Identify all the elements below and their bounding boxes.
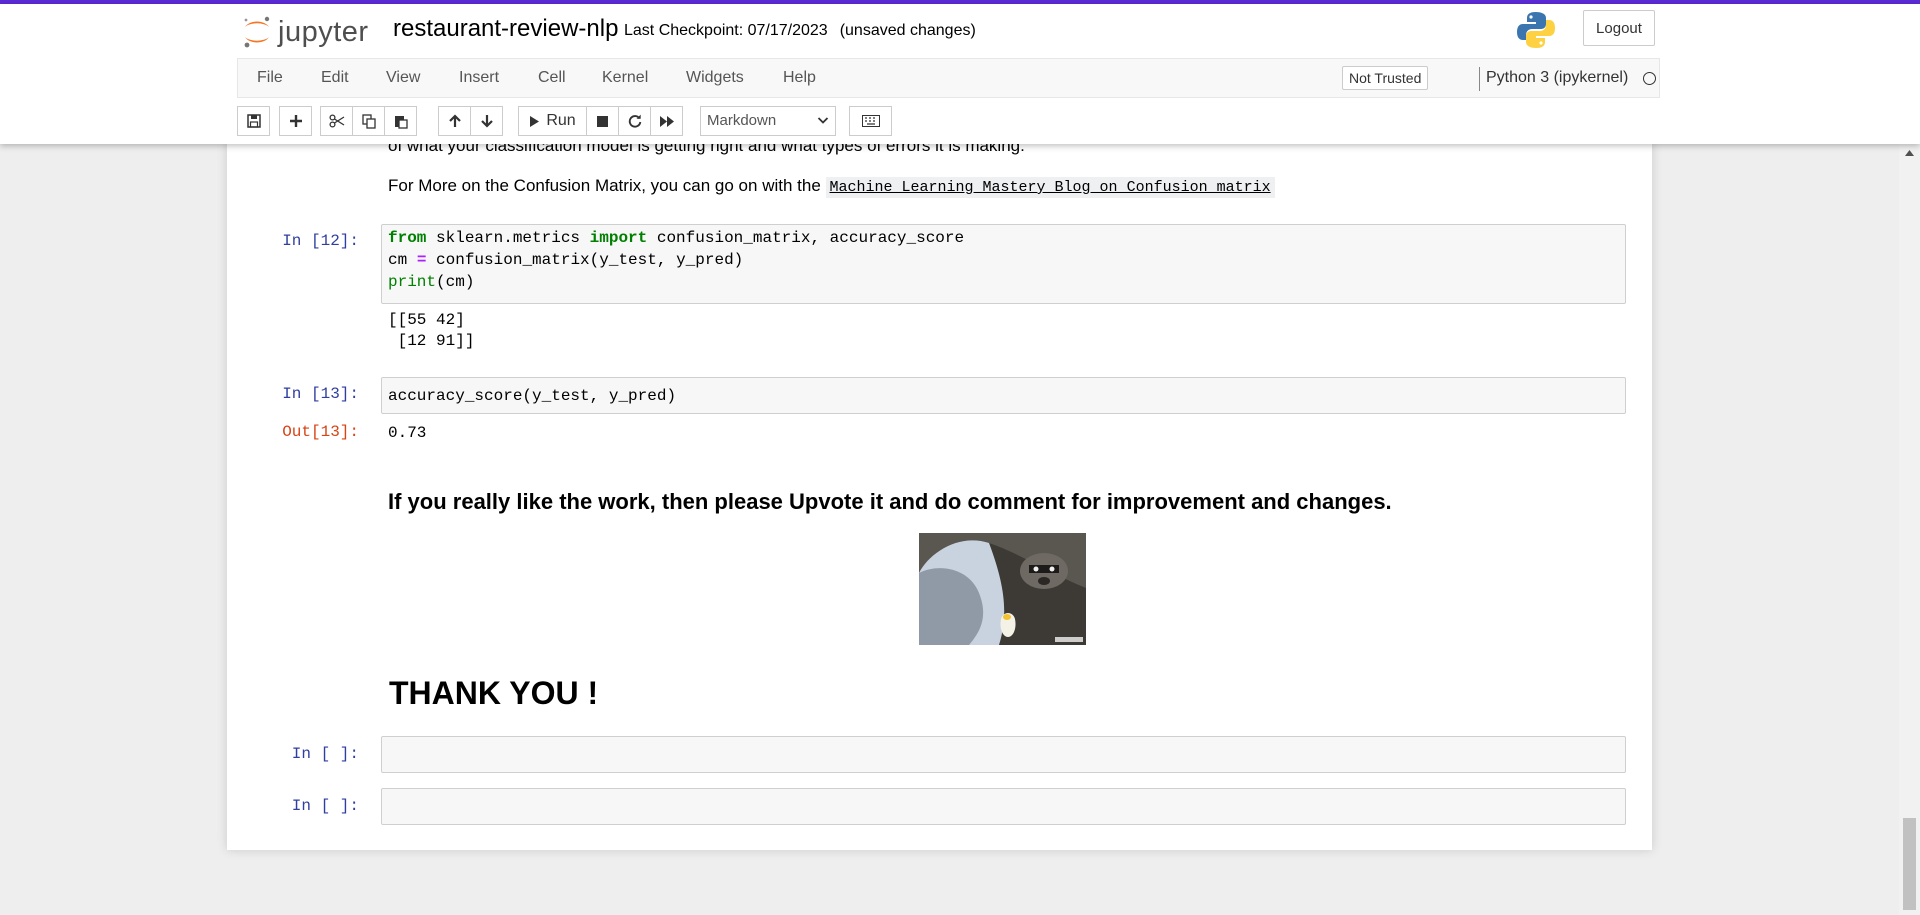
menu-help[interactable]: Help	[783, 59, 816, 97]
empty-cell-prompt: In [ ]:	[291, 745, 359, 763]
menu-file[interactable]: File	[257, 59, 283, 97]
save-button[interactable]	[237, 106, 270, 136]
empty-cell-prompt: In [ ]:	[291, 797, 359, 815]
code-line: print(cm)	[388, 273, 475, 291]
chevron-down-icon	[817, 107, 829, 145]
paste-icon	[394, 115, 408, 129]
jupyter-logo[interactable]: jupyter	[242, 12, 369, 52]
kernel-separator	[1479, 67, 1480, 91]
menu-insert[interactable]: Insert	[459, 59, 499, 97]
code-line: accuracy_score(y_test, y_pred)	[388, 387, 677, 405]
scroll-up-arrow-icon[interactable]	[1899, 144, 1920, 161]
empty-cell-input[interactable]	[381, 736, 1626, 773]
cell-12-prompt: In [12]:	[282, 232, 359, 250]
copy-button[interactable]	[352, 106, 385, 136]
command-palette-button[interactable]	[849, 106, 892, 136]
not-trusted-indicator[interactable]: Not Trusted	[1342, 66, 1429, 90]
save-status: (unsaved changes)	[839, 22, 976, 39]
cell-13-output: 0.73	[388, 424, 427, 442]
notebook-name[interactable]: restaurant-review-nlp	[393, 15, 618, 43]
raccoon-gif-image	[919, 533, 1086, 645]
menu-view[interactable]: View	[386, 59, 420, 97]
link-prefix-text: For More on the Confusion Matrix, you ca…	[388, 176, 821, 195]
code-line: cm = confusion_matrix(y_test, y_pred)	[388, 251, 744, 269]
kernel-idle-icon	[1643, 72, 1656, 85]
checkpoint-text: Last Checkpoint: 07/17/2023	[624, 22, 828, 39]
menu-edit[interactable]: Edit	[321, 59, 349, 97]
arrow-up-icon	[448, 114, 461, 127]
arrow-down-icon	[480, 115, 493, 128]
save-icon	[246, 114, 261, 128]
menu-kernel[interactable]: Kernel	[602, 59, 648, 97]
upvote-heading: If you really like the work, then please…	[388, 489, 1392, 514]
stop-icon	[597, 115, 608, 127]
jupyter-logo-text: jupyter	[278, 15, 369, 48]
plus-icon	[289, 115, 302, 127]
copy-icon	[361, 113, 376, 129]
insert-cell-button[interactable]	[279, 106, 312, 136]
cell-13-prompt: In [13]:	[282, 385, 359, 403]
scrollbar-thumb[interactable]	[1903, 818, 1916, 910]
thank-you-heading: THANK YOU !	[389, 675, 599, 711]
fast-forward-icon	[659, 115, 674, 127]
menu-widgets[interactable]: Widgets	[686, 59, 744, 97]
keyboard-icon	[861, 115, 880, 127]
code-line: from sklearn.metrics import confusion_ma…	[388, 229, 965, 247]
checkpoint-status: Last Checkpoint: 07/17/2023 (unsaved chan…	[624, 22, 976, 40]
scrollbar-track[interactable]	[1899, 144, 1920, 915]
logout-button[interactable]: Logout	[1583, 10, 1655, 46]
markdown-link-paragraph: For More on the Confusion Matrix, you ca…	[388, 176, 1275, 198]
play-icon	[530, 115, 540, 127]
run-label: Run	[546, 112, 576, 129]
scissors-icon	[328, 114, 344, 128]
header: jupyter restaurant-review-nlp Last Check…	[0, 4, 1920, 144]
interrupt-button[interactable]	[586, 106, 619, 136]
python-logo-icon	[1516, 10, 1556, 50]
cell-type-select[interactable]: Markdown	[700, 106, 836, 136]
cell-13-out-prompt: Out[13]:	[282, 423, 359, 441]
restart-icon	[628, 114, 641, 128]
cell-12-output: [[55 42] [12 91]]	[388, 311, 475, 350]
move-up-button[interactable]	[438, 106, 471, 136]
cut-button[interactable]	[320, 106, 353, 136]
cell-12-input[interactable]: from sklearn.metrics import confusion_ma…	[381, 224, 1626, 304]
cell-type-value: Markdown	[707, 112, 777, 129]
move-down-button[interactable]	[470, 106, 503, 136]
paste-button[interactable]	[384, 106, 417, 136]
run-button[interactable]: Run	[518, 106, 587, 136]
menu-cell[interactable]: Cell	[538, 59, 566, 97]
menubar: File Edit View Insert Cell Kernel Widget…	[237, 58, 1660, 98]
restart-button[interactable]	[618, 106, 651, 136]
notebook-container: of what your classification model is get…	[227, 136, 1652, 850]
kernel-name[interactable]: Python 3 (ipykernel)	[1486, 59, 1628, 97]
restart-run-all-button[interactable]	[650, 106, 683, 136]
cell-13-input[interactable]: accuracy_score(y_test, y_pred)	[381, 377, 1626, 414]
confusion-matrix-blog-link[interactable]: Machine Learning Mastery Blog on Confusi…	[825, 177, 1275, 198]
jupyter-logo-icon	[242, 15, 272, 49]
empty-cell-input[interactable]	[381, 788, 1626, 825]
